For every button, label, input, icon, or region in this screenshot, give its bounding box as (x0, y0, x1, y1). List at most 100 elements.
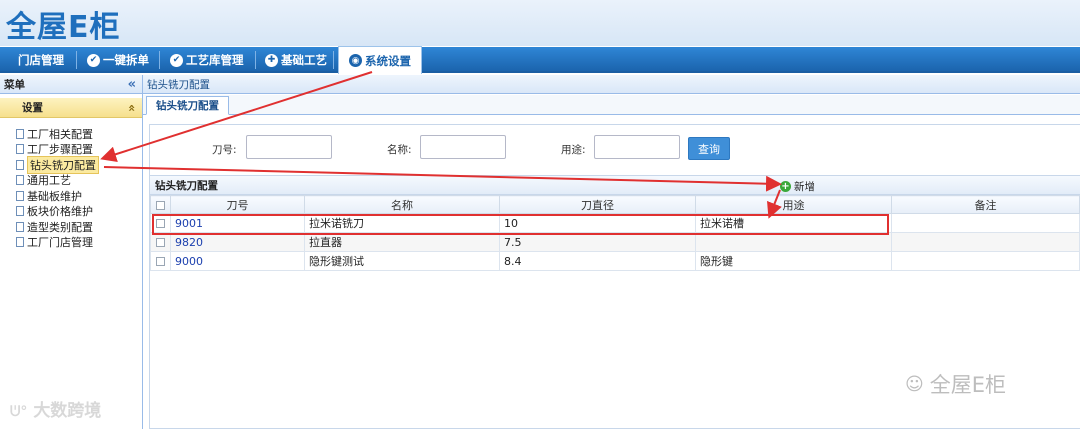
watermark-logo-icon: ᕫ° (10, 404, 28, 420)
menu-header: 菜单 « (0, 75, 142, 94)
search-form: 刀号: 名称: 用途: 查询 (150, 125, 1080, 175)
data-grid: 钻头铣刀配置 + 新增 刀号 名称 刀直径 用途 备注 9001 拉米诺铣刀 1… (150, 175, 1080, 271)
cell-remark (891, 232, 1080, 252)
sidebar-item-board-price[interactable]: 板块价格维护 (16, 204, 142, 220)
checkbox-icon (156, 219, 165, 228)
nav-divider (159, 51, 160, 69)
tab-label: 钻头铣刀配置 (156, 100, 219, 112)
nav-item-label: 系统设置 (365, 53, 411, 68)
nav-item-basic-craft[interactable]: ✚ 基础工艺 (265, 47, 327, 73)
sidebar-item-factory-config[interactable]: 工厂相关配置 (16, 126, 142, 142)
nav-item-system-settings[interactable]: ◉ 系统设置 (338, 46, 422, 74)
name-input[interactable] (420, 135, 506, 159)
sidebar-item-factory-store[interactable]: 工厂门店管理 (16, 235, 142, 251)
query-button[interactable]: 查询 (688, 137, 730, 160)
nav-item-label: 一键拆单 (103, 53, 149, 67)
checkbox-icon (156, 238, 165, 247)
cutter-table: 刀号 名称 刀直径 用途 备注 9001 拉米诺铣刀 10 拉米诺槽 9820 … (150, 195, 1080, 271)
document-icon (16, 237, 24, 248)
column-header[interactable]: 名称 (304, 195, 500, 214)
cell-remark (891, 213, 1080, 233)
tab-drill-cutter-config[interactable]: 钻头铣刀配置 (146, 96, 229, 115)
usage-label: 用途: (561, 144, 586, 156)
left-menu: 菜单 « 设置 « 工厂相关配置 工厂步骤配置 钻头铣刀配置 通用工艺 基础板维… (0, 75, 143, 429)
document-icon (16, 190, 24, 201)
settings-circle-icon: ◉ (349, 54, 362, 67)
column-header[interactable]: 用途 (695, 195, 892, 214)
nav-item-craft-library[interactable]: ✔ 工艺库管理 (170, 47, 244, 73)
cell-name: 隐形键测试 (304, 251, 500, 271)
cell-knife-number[interactable]: 9820 (170, 232, 305, 252)
sidebar-item-shape-category[interactable]: 造型类别配置 (16, 219, 142, 235)
menu-group-settings[interactable]: 设置 « (0, 98, 142, 118)
document-icon (16, 159, 24, 170)
row-checkbox[interactable] (150, 213, 171, 233)
sidebar-item-drill-cutter-config[interactable]: 钻头铣刀配置 (16, 155, 142, 174)
sidebar-item-label: 钻头铣刀配置 (27, 155, 99, 174)
menu-list: 工厂相关配置 工厂步骤配置 钻头铣刀配置 通用工艺 基础板维护 板块价格维护 造… (0, 118, 142, 250)
add-button[interactable]: + 新增 (780, 179, 815, 194)
check-circle-icon: ✔ (87, 53, 100, 67)
cell-name: 拉米诺铣刀 (304, 213, 500, 233)
menu-group-label: 设置 (22, 102, 43, 114)
check-circle-icon: ✔ (170, 53, 183, 67)
nav-divider (255, 51, 256, 69)
document-icon (16, 175, 24, 186)
sidebar-item-label: 通用工艺 (27, 174, 71, 188)
table-header-row: 刀号 名称 刀直径 用途 备注 (150, 195, 1080, 214)
nav-item-label: 门店管理 (18, 53, 64, 67)
sidebar-item-general-craft[interactable]: 通用工艺 (16, 173, 142, 189)
sidebar-item-factory-steps[interactable]: 工厂步骤配置 (16, 142, 142, 158)
nav-item-store-management[interactable]: 门店管理 (18, 47, 64, 73)
watermark-right: ☺ 全屋E柜 (905, 369, 1006, 399)
nav-item-one-click-split[interactable]: ✔ 一键拆单 (87, 47, 149, 73)
row-checkbox[interactable] (150, 251, 171, 271)
grid-title: 钻头铣刀配置 (155, 179, 218, 192)
cell-usage: 隐形键 (695, 251, 892, 271)
document-icon (16, 144, 24, 155)
select-all-checkbox[interactable] (150, 195, 171, 214)
checkbox-icon (156, 257, 165, 266)
name-label: 名称: (387, 144, 412, 156)
knife-number-label: 刀号: (212, 144, 237, 156)
cell-remark (891, 251, 1080, 271)
column-header[interactable]: 备注 (891, 195, 1080, 214)
plus-icon: + (780, 181, 791, 192)
cell-knife-number[interactable]: 9001 (170, 213, 305, 233)
column-header[interactable]: 刀号 (170, 195, 305, 214)
cell-usage (695, 232, 892, 252)
nav-divider (76, 51, 77, 69)
document-icon (16, 206, 24, 217)
cell-diameter: 10 (499, 213, 696, 233)
nav-item-label: 工艺库管理 (186, 53, 244, 67)
document-icon (16, 221, 24, 232)
app-header: 全屋E柜 (0, 0, 1080, 46)
app-logo: 全屋E柜 (6, 10, 121, 45)
table-row[interactable]: 9001 拉米诺铣刀 10 拉米诺槽 (150, 213, 1080, 233)
collapse-menu-icon[interactable]: « (128, 77, 136, 92)
knife-number-input[interactable] (246, 135, 332, 159)
menu-title: 菜单 (4, 78, 25, 91)
wechat-icon: ☺ (905, 373, 924, 395)
column-header[interactable]: 刀直径 (499, 195, 696, 214)
row-checkbox[interactable] (150, 232, 171, 252)
cell-usage: 拉米诺槽 (695, 213, 892, 233)
watermark-left-text: 大数跨境 (33, 401, 102, 421)
document-icon (16, 128, 24, 139)
sidebar-item-label: 基础板维护 (27, 189, 82, 203)
sidebar-item-label: 工厂门店管理 (27, 236, 93, 250)
cell-diameter: 7.5 (499, 232, 696, 252)
cell-knife-number[interactable]: 9000 (170, 251, 305, 271)
table-row[interactable]: 9000 隐形键测试 8.4 隐形键 (150, 251, 1080, 271)
group-collapse-icon[interactable]: « (125, 104, 139, 112)
table-row[interactable]: 9820 拉直器 7.5 (150, 232, 1080, 252)
sidebar-item-base-board[interactable]: 基础板维护 (16, 188, 142, 204)
grid-title-bar: 钻头铣刀配置 + 新增 (150, 175, 1080, 195)
sidebar-item-label: 板块价格维护 (27, 205, 93, 219)
breadcrumb: 钻头铣刀配置 (143, 75, 1080, 94)
usage-input[interactable] (594, 135, 680, 159)
nav-item-label: 基础工艺 (281, 53, 327, 67)
top-nav: 门店管理 ✔ 一键拆单 ✔ 工艺库管理 ✚ 基础工艺 ◉ 系统设置 (0, 46, 1080, 74)
watermark-left: ᕫ° 大数跨境 (10, 396, 101, 421)
nav-divider (333, 51, 334, 69)
